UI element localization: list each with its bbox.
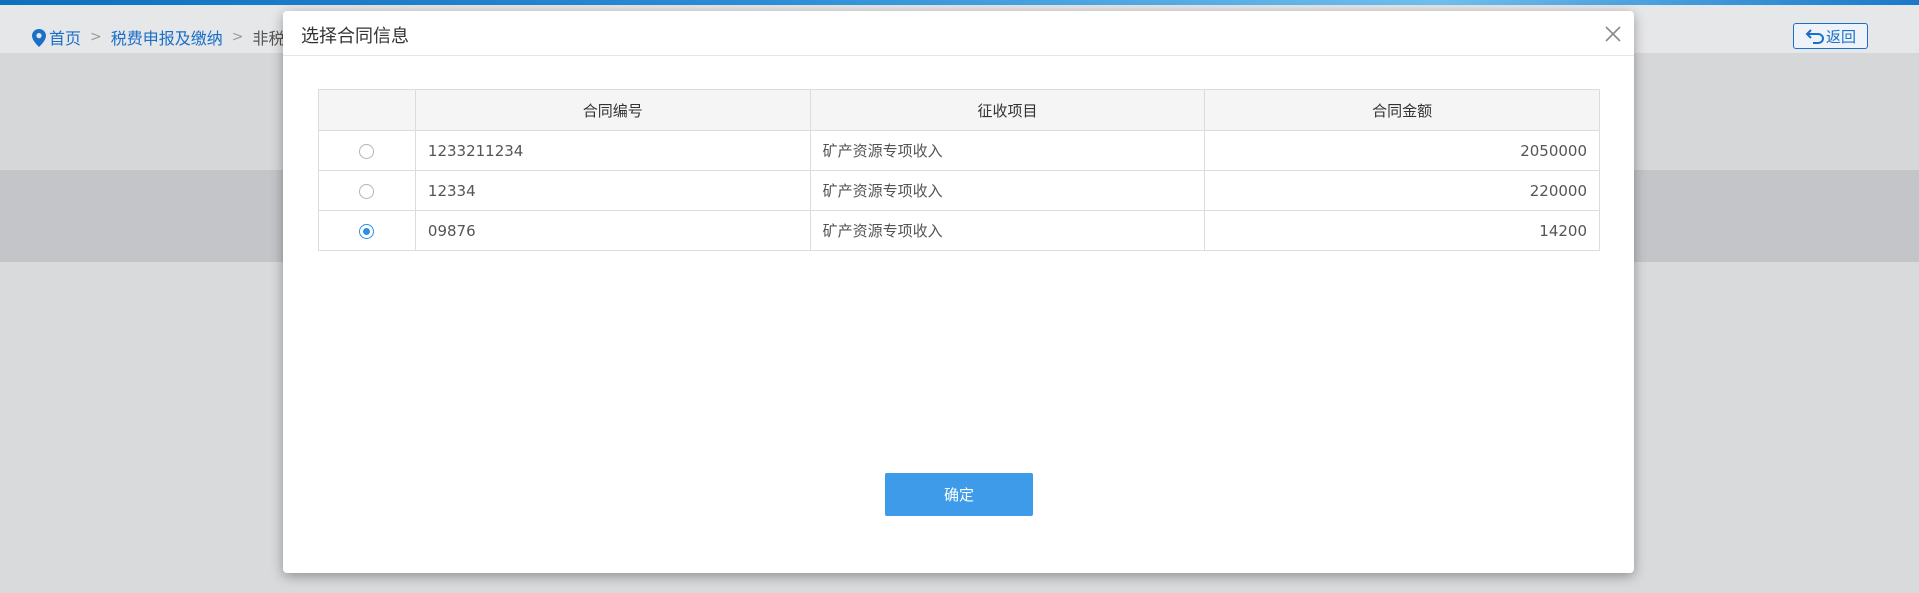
table-row[interactable]: 1233211234 矿产资源专项收入 2050000 [318, 130, 1600, 171]
column-header-item: 征收项目 [809, 89, 1206, 131]
dialog-header: 选择合同信息 [283, 11, 1634, 56]
row-radio[interactable] [359, 223, 375, 239]
contract-no-cell: 1233211234 [414, 130, 811, 171]
column-header-amount: 合同金额 [1204, 89, 1600, 131]
amount-cell: 220000 [1204, 170, 1600, 211]
amount-cell: 14200 [1204, 210, 1600, 251]
contract-table: 合同编号 征收项目 合同金额 1233211234 矿产资源专项收入 20500… [318, 89, 1600, 251]
breadcrumb-separator: > [231, 29, 244, 45]
dialog-title: 选择合同信息 [301, 26, 409, 47]
undo-arrow-icon [1805, 29, 1824, 44]
contract-no-cell: 09876 [414, 210, 811, 251]
select-contract-dialog: 选择合同信息 合同编号 征收项目 合同金额 1233211234 矿产资源专项收… [283, 11, 1634, 573]
item-cell: 矿产资源专项收入 [809, 130, 1206, 171]
amount-cell: 2050000 [1204, 130, 1600, 171]
table-row[interactable]: 09876 矿产资源专项收入 14200 [318, 210, 1600, 251]
close-icon[interactable] [1602, 23, 1624, 45]
row-radio[interactable] [359, 183, 375, 199]
column-header-select [318, 89, 416, 131]
back-button[interactable]: 返回 [1793, 23, 1868, 49]
breadcrumb-tax-declaration[interactable]: 税费申报及缴纳 [111, 25, 223, 49]
table-header-row: 合同编号 征收项目 合同金额 [318, 89, 1600, 131]
breadcrumb-separator: > [90, 29, 102, 45]
row-radio[interactable] [359, 143, 375, 159]
select-cell [318, 170, 416, 211]
column-header-contract-no: 合同编号 [414, 89, 811, 131]
breadcrumb-home[interactable]: 首页 [49, 25, 81, 49]
table-row[interactable]: 12334 矿产资源专项收入 220000 [318, 170, 1600, 211]
back-button-label: 返回 [1825, 27, 1856, 46]
breadcrumb-current: 非税 [252, 29, 285, 48]
select-cell [318, 130, 416, 171]
item-cell: 矿产资源专项收入 [809, 210, 1206, 251]
breadcrumb: 首页 > 税费申报及缴纳 > 非税 [32, 25, 285, 49]
contract-no-cell: 12334 [414, 170, 811, 211]
select-cell [318, 210, 416, 251]
location-pin-icon [32, 29, 46, 47]
confirm-button[interactable]: 确定 [885, 473, 1033, 516]
item-cell: 矿产资源专项收入 [809, 170, 1206, 211]
